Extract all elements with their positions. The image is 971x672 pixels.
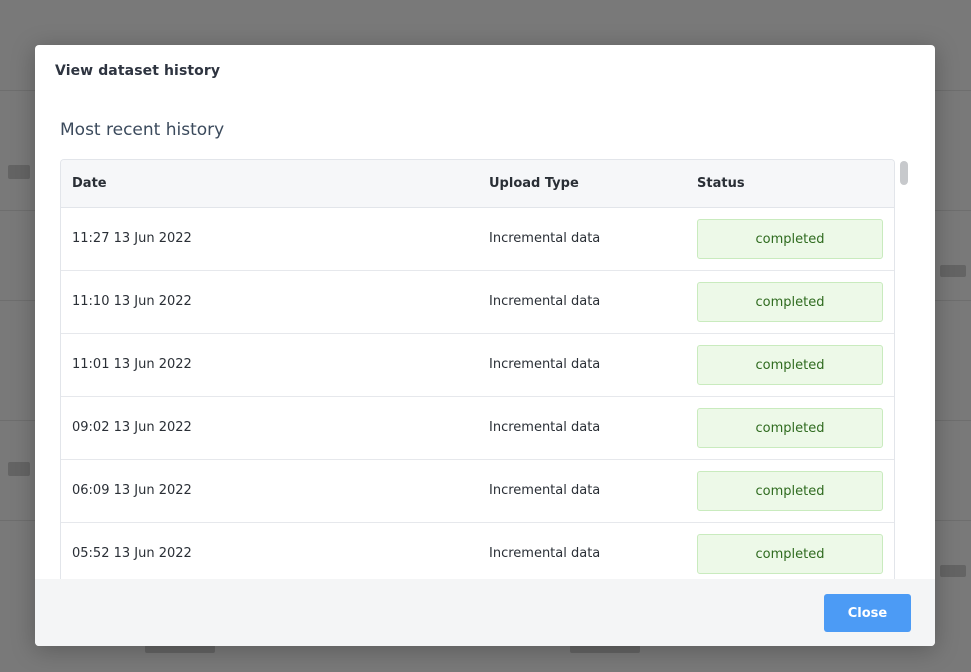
status-badge: completed [697,533,883,574]
cell-date: 11:10 13 Jun 2022 [61,270,478,334]
column-header-date: Date [61,160,478,208]
table-scrollbar[interactable] [898,159,910,579]
status-badge: completed [697,281,883,322]
modal-footer: Close [35,579,935,646]
table-row: 11:10 13 Jun 2022 Incremental data compl… [61,270,894,334]
cell-upload-type: Incremental data [478,270,686,334]
cell-upload-type: Incremental data [478,459,686,523]
section-title: Most recent history [60,120,225,140]
cell-date: 06:09 13 Jun 2022 [61,459,478,523]
dataset-history-modal: View dataset history Most recent history… [35,45,935,646]
status-badge: completed [697,470,883,511]
history-table: Date Upload Type Status 11:27 13 Jun 202… [61,160,894,579]
table-row: 06:09 13 Jun 2022 Incremental data compl… [61,459,894,523]
table-header-row: Date Upload Type Status [61,160,894,208]
cell-upload-type: Incremental data [478,522,686,579]
table-row: 11:01 13 Jun 2022 Incremental data compl… [61,333,894,397]
scrollbar-thumb[interactable] [900,161,908,185]
column-header-upload-type: Upload Type [478,160,686,208]
cell-date: 11:27 13 Jun 2022 [61,207,478,271]
cell-upload-type: Incremental data [478,333,686,397]
history-table-container: Date Upload Type Status 11:27 13 Jun 202… [60,159,895,579]
modal-title: View dataset history [55,63,221,79]
status-badge: completed [697,344,883,385]
cell-date: 05:52 13 Jun 2022 [61,522,478,579]
table-row: 05:52 13 Jun 2022 Incremental data compl… [61,522,894,579]
table-row: 11:27 13 Jun 2022 Incremental data compl… [61,207,894,271]
cell-upload-type: Incremental data [478,396,686,460]
cell-date: 09:02 13 Jun 2022 [61,396,478,460]
close-button[interactable]: Close [824,594,911,632]
table-row: 09:02 13 Jun 2022 Incremental data compl… [61,396,894,460]
column-header-status: Status [686,160,894,208]
modal-header: View dataset history [35,45,935,99]
cell-upload-type: Incremental data [478,207,686,271]
cell-date: 11:01 13 Jun 2022 [61,333,478,397]
status-badge: completed [697,218,883,259]
status-badge: completed [697,407,883,448]
